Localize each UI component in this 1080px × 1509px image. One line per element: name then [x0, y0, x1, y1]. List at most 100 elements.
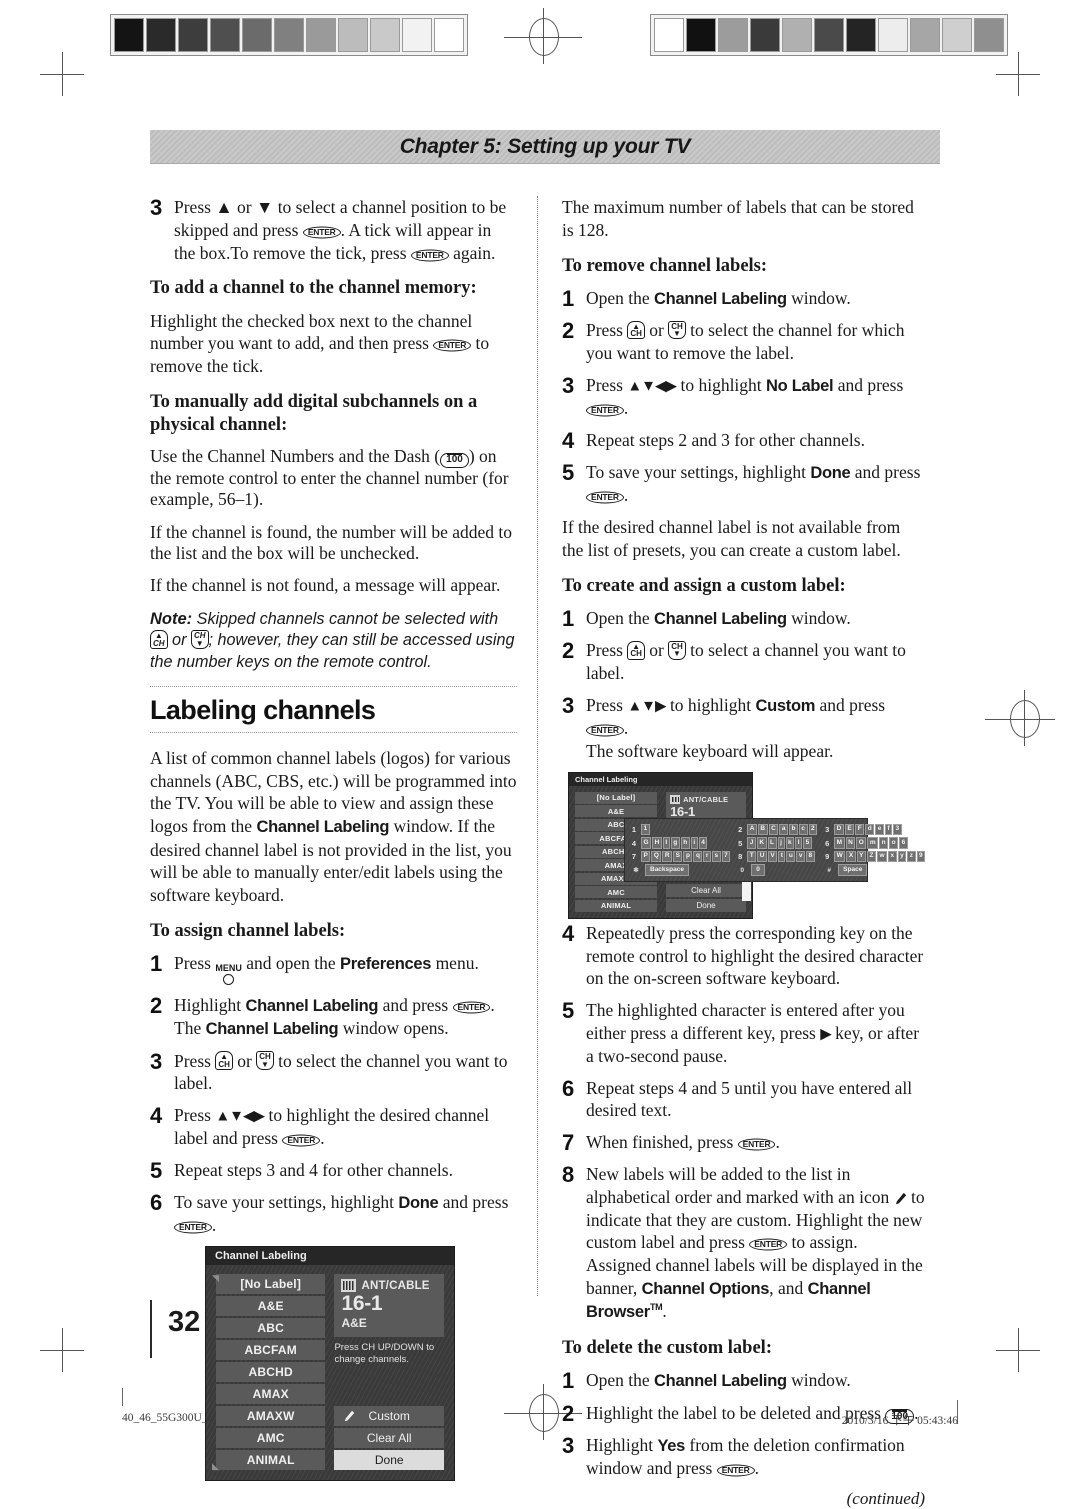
keyboard-row-5[interactable]: 5JKLjkl5 [736, 837, 817, 849]
keyboard-key[interactable]: E [844, 823, 855, 836]
keyboard-key[interactable]: 8 [806, 850, 815, 863]
osd-label-item[interactable]: [No Label] [575, 791, 658, 804]
step-number: 3 [562, 372, 575, 398]
osd-label-item[interactable]: ABCFAM [216, 1340, 326, 1361]
keyboard-key[interactable]: R [662, 850, 673, 863]
keyboard-row-1[interactable]: 11 [630, 823, 730, 836]
keyboard-key[interactable]: q [693, 850, 703, 863]
keyboard-key[interactable]: Z [867, 850, 876, 863]
keyboard-row-6[interactable]: 6MNOmno6 [823, 837, 925, 849]
keyboard-key[interactable]: L [767, 837, 777, 849]
keyboard-key[interactable]: G [641, 837, 652, 849]
keyboard-key[interactable]: W [834, 850, 846, 863]
keyboard-key[interactable]: y [897, 850, 907, 863]
osd-custom-button[interactable]: Custom [334, 1406, 444, 1427]
keyboard-key[interactable]: e [875, 823, 884, 836]
osd-done-button[interactable]: Done [334, 1450, 444, 1471]
keyboard-key[interactable]: S [673, 850, 683, 863]
osd-label-item[interactable]: AMAXW [216, 1406, 326, 1427]
keyboard-row-4[interactable]: 4GHIghi4 [630, 837, 730, 849]
keyboard-row-9[interactable]: 9WXYZwxyz9 [823, 850, 926, 863]
keyboard-key[interactable]: n [879, 837, 889, 849]
keyboard-key[interactable]: 5 [803, 837, 812, 849]
osd-label-item[interactable]: AMC [216, 1428, 326, 1449]
zero-key[interactable]: 00 [736, 864, 817, 876]
keyboard-key[interactable]: D [834, 823, 844, 836]
keyboard-key[interactable]: f [884, 823, 892, 836]
keyboard-key[interactable]: J [747, 837, 756, 849]
keyboard-key[interactable]: 4 [698, 837, 708, 849]
osd-label-item[interactable]: ANIMAL [216, 1450, 326, 1471]
keyboard-key[interactable]: l [795, 837, 803, 849]
osd-done-button[interactable]: Done [666, 898, 746, 912]
osd-label-list[interactable]: [No Label] A&E ABC ABCFAM ABCHD AMAX AMAXW AMC A… [216, 1274, 326, 1472]
keyboard-row-8[interactable]: 8TUVtuv8 [736, 850, 817, 863]
keyboard-key[interactable]: Q [651, 850, 662, 863]
keyboard-key[interactable]: k [785, 837, 795, 849]
keyboard-key[interactable]: N [845, 837, 856, 849]
keyboard-key[interactable]: p [683, 850, 693, 863]
keyboard-key[interactable]: Y [856, 850, 866, 863]
osd-clear-all-button[interactable]: Clear All [666, 884, 746, 898]
keyboard-key[interactable]: z [907, 850, 916, 863]
osd-label-item[interactable]: A&E [216, 1296, 326, 1317]
keyboard-key[interactable]: r [703, 850, 711, 863]
keyboard-key[interactable]: t [778, 850, 786, 863]
osd-label-item[interactable]: A&E [575, 805, 658, 818]
keyboard-key[interactable]: K [756, 837, 767, 849]
keyboard-key[interactable]: m [867, 837, 879, 849]
keyboard-row-3[interactable]: 3DEFdef3 [823, 823, 925, 836]
osd-label-item[interactable]: AMAX [216, 1384, 326, 1405]
software-keyboard[interactable]: 112ABCabc23DEFdef34GHIghi45JKLjkl56MNOmn… [624, 817, 926, 882]
keyboard-key[interactable]: Backspace [645, 864, 689, 876]
osd-label-item[interactable]: ABCHD [216, 1362, 326, 1383]
keyboard-key[interactable]: c [798, 823, 808, 836]
backspace-key[interactable]: ✻ Backspace [630, 864, 730, 876]
keyboard-key[interactable]: F [855, 823, 865, 836]
keyboard-key[interactable]: x [888, 850, 897, 863]
keyboard-row-7[interactable]: 7PQRSpqrs7 [630, 850, 731, 863]
keyboard-grid[interactable]: 112ABCabc23DEFdef34GHIghi45JKLjkl56MNOmn… [630, 823, 926, 876]
calibration-swatch [114, 18, 144, 52]
keyboard-key[interactable]: 3 [892, 823, 902, 836]
keyboard-key[interactable]: d [865, 823, 875, 836]
keyboard-key[interactable]: C [768, 823, 779, 836]
keyboard-key[interactable]: 2 [808, 823, 818, 836]
keyboard-key[interactable]: g [670, 837, 680, 849]
keyboard-key[interactable]: 7 [721, 850, 731, 863]
keyboard-key[interactable]: M [834, 837, 845, 849]
menu-key-icon: MENU [215, 964, 242, 985]
keyboard-key[interactable]: I [662, 837, 670, 849]
keyboard-key[interactable]: s [711, 850, 721, 863]
keyboard-key[interactable]: u [786, 850, 796, 863]
keyboard-key[interactable]: j [777, 837, 785, 849]
keyboard-key[interactable]: 1 [641, 823, 650, 836]
keyboard-key[interactable]: 6 [899, 837, 908, 849]
keyboard-key[interactable]: b [788, 823, 798, 836]
keyboard-key[interactable]: U [757, 850, 767, 863]
osd-label-item[interactable]: AMC [575, 886, 658, 899]
keyboard-key[interactable]: T [747, 850, 757, 863]
osd-label-item[interactable]: ABC [216, 1318, 326, 1339]
keyboard-key[interactable]: P [641, 850, 651, 863]
keyboard-key[interactable]: X [846, 850, 856, 863]
keyboard-key[interactable]: w [876, 850, 888, 863]
keyboard-key[interactable]: A [747, 823, 757, 836]
keyboard-key[interactable]: o [889, 837, 899, 849]
space-key[interactable]: # Space [823, 864, 925, 876]
keyboard-key[interactable]: 9 [916, 850, 926, 863]
keyboard-key[interactable]: O [856, 837, 867, 849]
osd-label-item[interactable]: [No Label] [216, 1274, 326, 1295]
keyboard-key[interactable]: i [690, 837, 698, 849]
keyboard-key[interactable]: 0 [751, 864, 765, 876]
keyboard-key[interactable]: v [796, 850, 806, 863]
osd-clear-all-button[interactable]: Clear All [334, 1428, 444, 1449]
keyboard-key[interactable]: H [652, 837, 662, 849]
keyboard-key[interactable]: a [779, 823, 788, 836]
osd-label-item[interactable]: ANIMAL [575, 899, 658, 912]
keyboard-key[interactable]: B [757, 823, 768, 836]
keyboard-row-2[interactable]: 2ABCabc2 [736, 823, 818, 836]
keyboard-key[interactable]: h [680, 837, 690, 849]
keyboard-key[interactable]: Space [838, 864, 868, 876]
keyboard-key[interactable]: V [767, 850, 778, 863]
